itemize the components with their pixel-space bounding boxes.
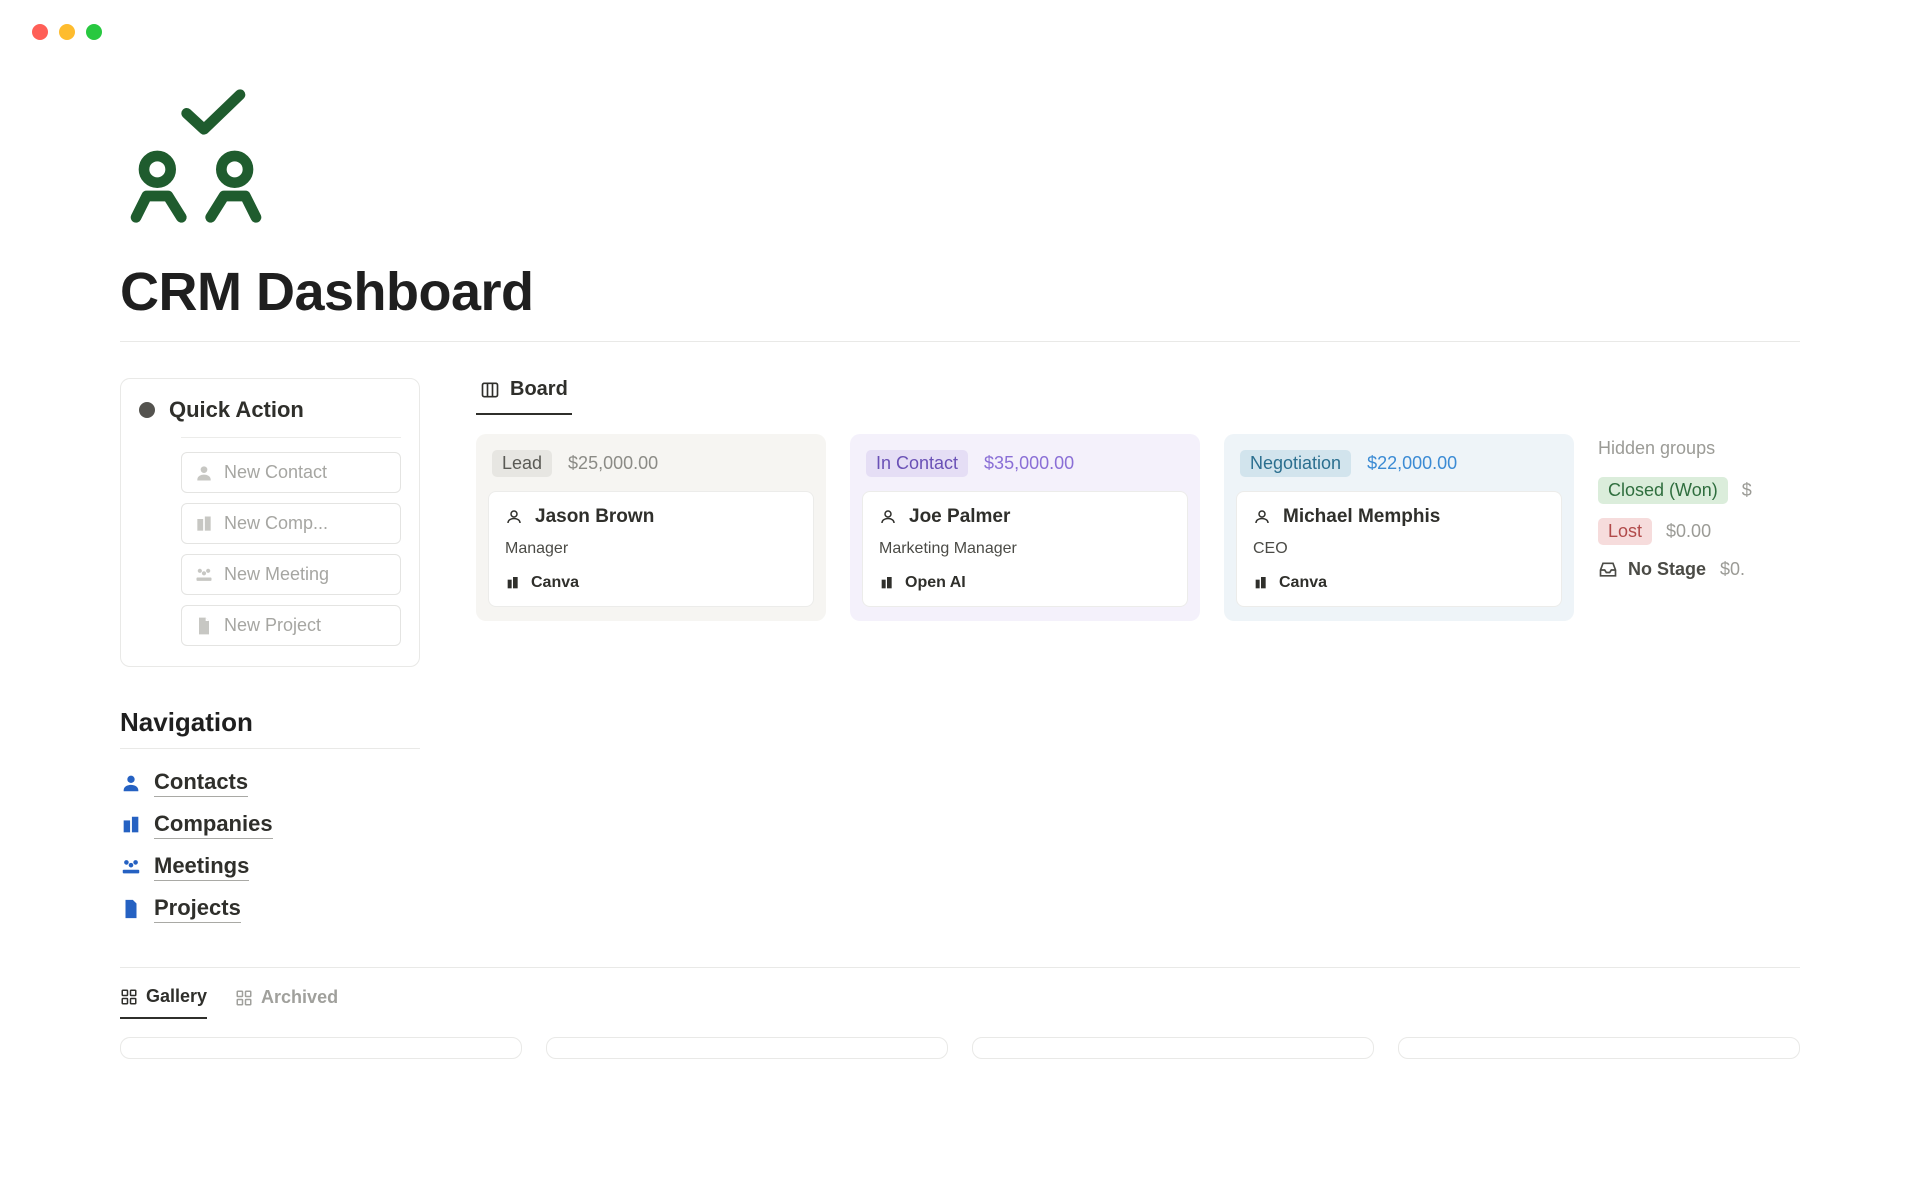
nav-label: Meetings — [154, 853, 249, 881]
board-column-lead: Lead $25,000.00 Jason Brown Manager — [476, 434, 826, 621]
board-icon — [480, 380, 500, 400]
card-role: CEO — [1253, 540, 1545, 558]
gallery-card[interactable] — [1398, 1037, 1800, 1059]
nav-item-contacts[interactable]: Contacts — [120, 769, 420, 797]
document-icon — [194, 616, 214, 636]
card-name: Michael Memphis — [1283, 506, 1440, 528]
divider — [120, 967, 1800, 968]
board-card[interactable]: Michael Memphis CEO Canva — [1236, 491, 1562, 607]
board-card[interactable]: Joe Palmer Marketing Manager Open AI — [862, 491, 1188, 607]
nav-item-meetings[interactable]: Meetings — [120, 853, 420, 881]
building-icon — [879, 575, 895, 591]
card-company: Canva — [1279, 574, 1327, 592]
stage-amount: $0.00 — [1666, 521, 1711, 542]
new-contact-button[interactable]: New Contact — [181, 452, 401, 493]
divider — [120, 341, 1800, 342]
divider — [181, 437, 401, 438]
person-icon — [1253, 508, 1271, 526]
tab-archived[interactable]: Archived — [235, 987, 338, 1018]
board-card[interactable]: Jason Brown Manager Canva — [488, 491, 814, 607]
button-label: New Meeting — [224, 564, 329, 585]
window-close-icon[interactable] — [32, 24, 48, 40]
hidden-group-lost[interactable]: Lost $0.00 — [1598, 518, 1800, 545]
gallery-icon — [235, 989, 253, 1007]
document-icon — [120, 898, 142, 920]
stage-pill-incontact[interactable]: In Contact — [866, 450, 968, 477]
bullet-icon — [139, 402, 155, 418]
building-icon — [505, 575, 521, 591]
card-company: Open AI — [905, 574, 966, 592]
quick-action-title: Quick Action — [169, 397, 304, 423]
button-label: New Comp... — [224, 513, 328, 534]
tab-label: Archived — [261, 987, 338, 1008]
hidden-group-no-stage[interactable]: No Stage $0. — [1598, 559, 1800, 580]
gallery-row — [120, 1037, 1800, 1059]
tab-board[interactable]: Board — [476, 378, 572, 415]
stage-pill-negotiation[interactable]: Negotiation — [1240, 450, 1351, 477]
stage-pill-lead[interactable]: Lead — [492, 450, 552, 477]
hidden-groups-title: Hidden groups — [1598, 438, 1800, 459]
hidden-group-closed-won[interactable]: Closed (Won) $ — [1598, 477, 1800, 504]
hidden-groups-column: Hidden groups Closed (Won) $ Lost $0.00 — [1598, 434, 1800, 621]
nav-item-projects[interactable]: Projects — [120, 895, 420, 923]
stage-label: No Stage — [1628, 559, 1706, 580]
button-label: New Contact — [224, 462, 327, 483]
card-role: Marketing Manager — [879, 540, 1171, 558]
divider — [120, 748, 420, 749]
stage-amount: $22,000.00 — [1367, 453, 1457, 474]
nav-label: Companies — [154, 811, 273, 839]
building-icon — [194, 514, 214, 534]
building-icon — [120, 814, 142, 836]
tab-label: Board — [510, 378, 568, 401]
board-columns: Lead $25,000.00 Jason Brown Manager — [476, 434, 1800, 621]
new-project-button[interactable]: New Project — [181, 605, 401, 646]
window-zoom-icon[interactable] — [86, 24, 102, 40]
stage-amount: $0. — [1720, 559, 1745, 580]
gallery-card[interactable] — [120, 1037, 522, 1059]
gallery-card[interactable] — [546, 1037, 948, 1059]
stage-amount: $ — [1742, 480, 1752, 501]
nav-item-companies[interactable]: Companies — [120, 811, 420, 839]
inbox-icon — [1598, 560, 1618, 580]
stage-amount: $25,000.00 — [568, 453, 658, 474]
tab-gallery[interactable]: Gallery — [120, 986, 207, 1019]
team-icon — [120, 856, 142, 878]
person-icon — [879, 508, 897, 526]
quick-action-panel: Quick Action New Contact New Com — [120, 378, 420, 667]
new-meeting-button[interactable]: New Meeting — [181, 554, 401, 595]
person-icon — [505, 508, 523, 526]
window-minimize-icon[interactable] — [59, 24, 75, 40]
nav-label: Projects — [154, 895, 241, 923]
navigation-title: Navigation — [120, 707, 420, 738]
nav-label: Contacts — [154, 769, 248, 797]
card-name: Jason Brown — [535, 506, 654, 528]
card-role: Manager — [505, 540, 797, 558]
card-company: Canva — [531, 574, 579, 592]
building-icon — [1253, 575, 1269, 591]
new-company-button[interactable]: New Comp... — [181, 503, 401, 544]
person-icon — [194, 463, 214, 483]
gallery-icon — [120, 988, 138, 1006]
tab-label: Gallery — [146, 986, 207, 1007]
stage-pill-closed-won: Closed (Won) — [1598, 477, 1728, 504]
person-icon — [120, 772, 142, 794]
window-controls — [0, 0, 1920, 40]
stage-amount: $35,000.00 — [984, 453, 1074, 474]
stage-pill-lost: Lost — [1598, 518, 1652, 545]
gallery-card[interactable] — [972, 1037, 1374, 1059]
team-icon — [194, 565, 214, 585]
card-name: Joe Palmer — [909, 506, 1010, 528]
board-column-incontact: In Contact $35,000.00 Joe Palmer Marketi… — [850, 434, 1200, 621]
page-title: CRM Dashboard — [120, 261, 1800, 323]
board-column-negotiation: Negotiation $22,000.00 Michael Memphis C… — [1224, 434, 1574, 621]
page-hero-icon — [120, 84, 1800, 249]
button-label: New Project — [224, 615, 321, 636]
